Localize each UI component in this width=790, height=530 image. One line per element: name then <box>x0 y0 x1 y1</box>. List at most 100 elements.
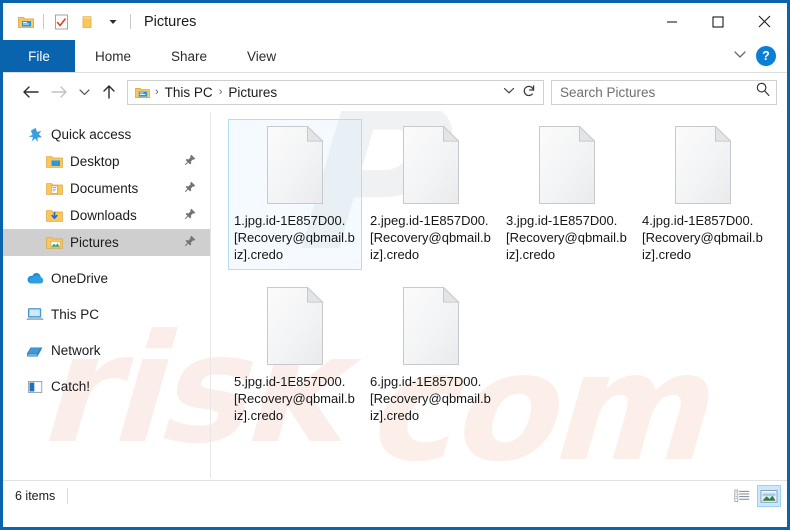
downloads-folder-icon <box>44 207 64 225</box>
pin-icon[interactable] <box>184 153 196 171</box>
quick-access-toolbar <box>13 10 135 34</box>
sidebar-gap-2 <box>3 292 210 301</box>
navigation-pane: Quick access Desktop Documents Downloads… <box>3 111 210 480</box>
back-button[interactable] <box>17 78 45 106</box>
explorer-icon[interactable] <box>13 10 39 34</box>
tab-file[interactable]: File <box>3 40 75 72</box>
pin-icon[interactable] <box>184 180 196 198</box>
toolbar-divider <box>43 14 44 29</box>
sidebar-label: Documents <box>70 181 139 196</box>
sidebar-label: Quick access <box>51 127 132 142</box>
pictures-folder-icon <box>44 234 64 252</box>
blank-file-icon <box>671 124 735 206</box>
sidebar-item-catch[interactable]: Catch! <box>3 373 210 400</box>
sidebar-label: Pictures <box>70 235 119 250</box>
file-item[interactable]: 5.jpg.id-1E857D00.[Recovery@qbmail.biz].… <box>228 280 362 431</box>
address-box[interactable]: › This PC › Pictures <box>127 79 544 105</box>
sidebar-item-documents[interactable]: Documents <box>3 175 210 202</box>
file-grid: 1.jpg.id-1E857D00.[Recovery@qbmail.biz].… <box>227 119 787 441</box>
sidebar-label: Network <box>51 343 101 358</box>
sidebar-item-desktop[interactable]: Desktop <box>3 148 210 175</box>
help-icon[interactable]: ? <box>756 46 776 66</box>
sidebar-item-this-pc[interactable]: This PC <box>3 301 210 328</box>
pin-icon[interactable] <box>184 234 196 252</box>
file-name: 6.jpg.id-1E857D00.[Recovery@qbmail.biz].… <box>370 374 491 423</box>
status-divider <box>67 488 69 504</box>
details-view-icon[interactable] <box>730 485 754 507</box>
file-name: 1.jpg.id-1E857D00.[Recovery@qbmail.biz].… <box>234 213 355 262</box>
window-controls <box>649 3 787 40</box>
sidebar-label: This PC <box>51 307 100 322</box>
search-box[interactable] <box>551 79 777 105</box>
network-icon <box>25 342 45 360</box>
ribbon-tab-bar: File Home Share View ? <box>3 40 787 73</box>
catch-app-icon <box>25 378 45 396</box>
tab-share[interactable]: Share <box>151 40 227 72</box>
search-input[interactable] <box>560 84 756 100</box>
blank-file-icon <box>399 124 463 206</box>
quick-access-dropdown-caret-icon[interactable] <box>100 10 126 34</box>
view-mode-buttons <box>730 485 781 507</box>
breadcrumb-explorer-icon[interactable] <box>135 86 150 99</box>
sidebar-gap-3 <box>3 328 210 337</box>
file-item[interactable]: 3.jpg.id-1E857D00.[Recovery@qbmail.biz].… <box>500 119 634 270</box>
sidebar-item-pictures[interactable]: Pictures <box>3 229 210 256</box>
blank-file-icon <box>263 124 327 206</box>
recent-locations-chevron-down-icon[interactable] <box>73 78 95 106</box>
sidebar-label: Downloads <box>70 208 137 223</box>
sidebar-label: Catch! <box>51 379 91 394</box>
up-button[interactable] <box>95 78 123 106</box>
properties-icon[interactable] <box>48 10 74 34</box>
item-count-label: 6 items <box>15 489 56 503</box>
file-list-pane[interactable]: 1.jpg.id-1E857D00.[Recovery@qbmail.biz].… <box>211 111 787 480</box>
sidebar-item-quick-access[interactable]: Quick access <box>3 121 210 148</box>
sidebar-item-network[interactable]: Network <box>3 337 210 364</box>
address-right-controls <box>501 84 539 101</box>
ribbon-right-controls: ? <box>732 40 787 72</box>
close-button[interactable] <box>741 3 787 40</box>
minimize-button[interactable] <box>649 3 695 40</box>
blank-file-icon <box>399 285 463 367</box>
maximize-button[interactable] <box>695 3 741 40</box>
file-item[interactable]: 1.jpg.id-1E857D00.[Recovery@qbmail.biz].… <box>228 119 362 270</box>
tab-view[interactable]: View <box>227 40 296 72</box>
sidebar-gap-1 <box>3 256 210 265</box>
file-name: 4.jpg.id-1E857D00.[Recovery@qbmail.biz].… <box>642 213 763 262</box>
star-icon <box>25 126 45 144</box>
forward-button[interactable] <box>45 78 73 106</box>
this-pc-icon <box>25 306 45 324</box>
refresh-icon[interactable] <box>519 84 539 101</box>
breadcrumb: › This PC › Pictures <box>134 85 501 100</box>
sidebar-label: OneDrive <box>51 271 109 286</box>
sidebar-item-downloads[interactable]: Downloads <box>3 202 210 229</box>
large-icons-view-icon[interactable] <box>757 485 781 507</box>
file-name: 3.jpg.id-1E857D00.[Recovery@qbmail.biz].… <box>506 213 627 262</box>
new-folder-icon[interactable] <box>74 10 100 34</box>
file-item[interactable]: 6.jpg.id-1E857D00.[Recovery@qbmail.biz].… <box>364 280 498 431</box>
title-bar: Pictures <box>3 3 787 40</box>
blank-file-icon <box>263 285 327 367</box>
breadcrumb-this-pc[interactable]: This PC <box>162 85 216 100</box>
desktop-folder-icon <box>44 153 64 171</box>
pin-icon[interactable] <box>184 207 196 225</box>
explorer-body: Quick access Desktop Documents Downloads… <box>3 111 787 480</box>
blank-file-icon <box>535 124 599 206</box>
address-dropdown-chevron-down-icon[interactable] <box>501 86 517 98</box>
file-explorer-window: P risk com Pictures File Home Share View… <box>0 0 790 530</box>
title-divider <box>130 14 131 29</box>
expand-ribbon-chevron-down-icon[interactable] <box>732 47 748 65</box>
sidebar-gap-4 <box>3 364 210 373</box>
status-bar: 6 items <box>3 480 787 511</box>
file-name: 5.jpg.id-1E857D00.[Recovery@qbmail.biz].… <box>234 374 355 423</box>
search-icon[interactable] <box>756 82 770 102</box>
breadcrumb-separator-2[interactable]: › <box>216 86 226 98</box>
file-item[interactable]: 4.jpg.id-1E857D00.[Recovery@qbmail.biz].… <box>636 119 770 270</box>
window-title: Pictures <box>144 13 197 30</box>
sidebar-item-onedrive[interactable]: OneDrive <box>3 265 210 292</box>
breadcrumb-pictures[interactable]: Pictures <box>225 85 280 100</box>
documents-folder-icon <box>44 180 64 198</box>
tab-home[interactable]: Home <box>75 40 151 72</box>
breadcrumb-separator-1[interactable]: › <box>152 86 162 98</box>
address-bar-row: › This PC › Pictures <box>3 73 787 111</box>
file-item[interactable]: 2.jpeg.id-1E857D00.[Recovery@qbmail.biz]… <box>364 119 498 270</box>
